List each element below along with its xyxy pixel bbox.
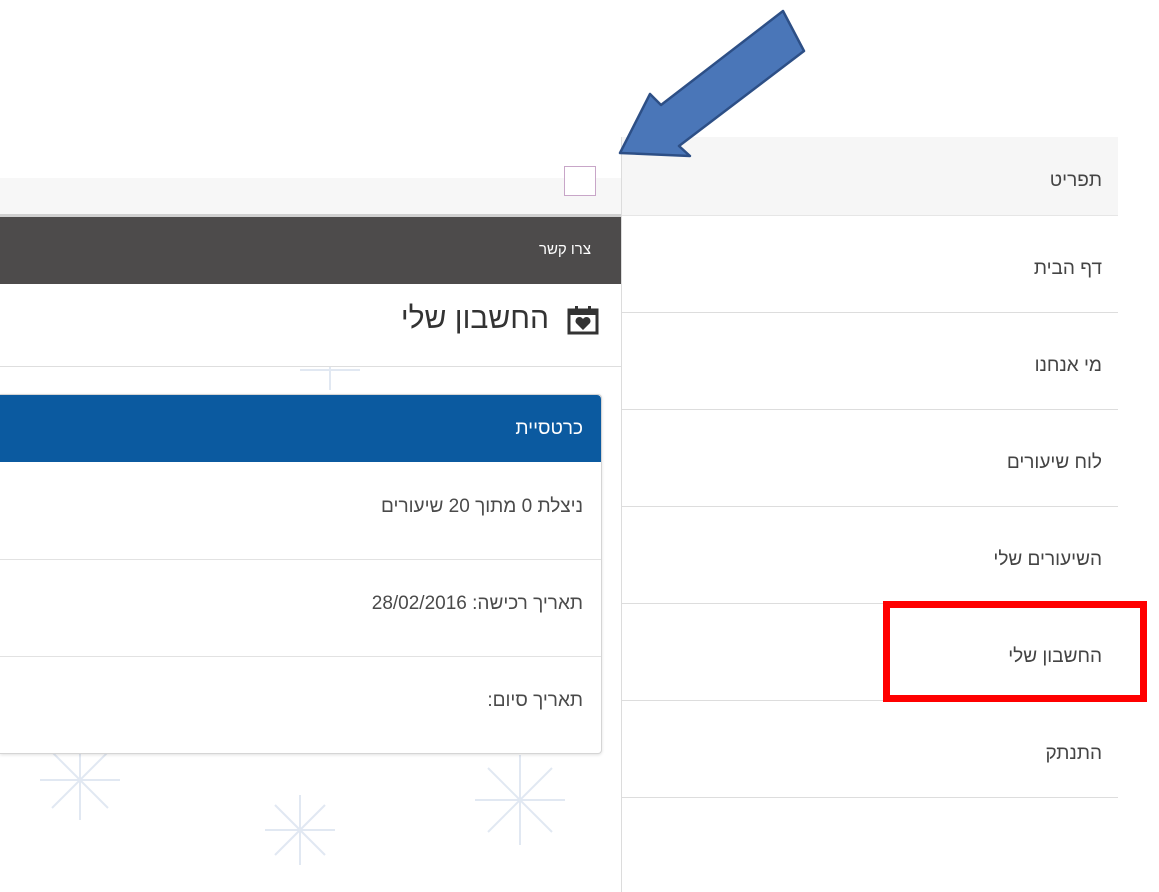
- menu-header: תפריט: [622, 137, 1118, 216]
- menu-item-home[interactable]: דף הבית: [622, 216, 1118, 313]
- main-content: צרו קשר החשבון שלי כרטסיית ניצלת 0 מתוך …: [0, 0, 621, 892]
- menu-item-my-lessons[interactable]: השיעורים שלי: [622, 507, 1118, 604]
- end-date-text: תאריך סיום:: [487, 690, 583, 711]
- punch-card-panel: כרטסיית ניצלת 0 מתוך 20 שיעורים תאריך רכ…: [0, 394, 602, 754]
- card-header: כרטסיית: [0, 395, 601, 462]
- contact-link[interactable]: צרו קשר: [539, 241, 591, 258]
- menu-item-label: דף הבית: [1033, 258, 1102, 279]
- page-heading: החשבון שלי: [0, 284, 621, 367]
- menu-item-logout[interactable]: התנתק: [622, 701, 1118, 798]
- usage-text: ניצלת 0 מתוך 20 שיעורים: [381, 496, 583, 517]
- calendar-heart-icon: [567, 306, 599, 335]
- menu-toggle-button[interactable]: [564, 166, 596, 196]
- menu-item-label: לוח שיעורים: [1006, 452, 1102, 473]
- card-title: כרטסיית: [515, 418, 583, 439]
- menu-title: תפריט: [1049, 170, 1102, 191]
- menu-item-about[interactable]: מי אנחנו: [622, 313, 1118, 410]
- purchase-date-text: תאריך רכישה: 28/02/2016: [371, 593, 583, 614]
- top-bar: [0, 178, 621, 217]
- menu-item-label: החשבון שלי: [1008, 646, 1102, 667]
- menu-item-label: מי אנחנו: [1034, 355, 1102, 376]
- card-row-purchase-date: תאריך רכישה: 28/02/2016: [0, 559, 601, 657]
- menu-item-label: התנתק: [1045, 743, 1102, 764]
- contact-bar: צרו קשר: [0, 217, 621, 284]
- menu-item-schedule[interactable]: לוח שיעורים: [622, 410, 1118, 507]
- side-menu: תפריט דף הבית מי אנחנו לוח שיעורים השיעו…: [621, 137, 1118, 892]
- card-row-usage: ניצלת 0 מתוך 20 שיעורים: [0, 462, 601, 560]
- page-title: החשבון שלי: [400, 302, 549, 335]
- card-row-end-date: תאריך סיום:: [0, 656, 601, 753]
- menu-item-label: השיעורים שלי: [993, 549, 1102, 570]
- menu-item-my-account[interactable]: החשבון שלי: [622, 604, 1118, 701]
